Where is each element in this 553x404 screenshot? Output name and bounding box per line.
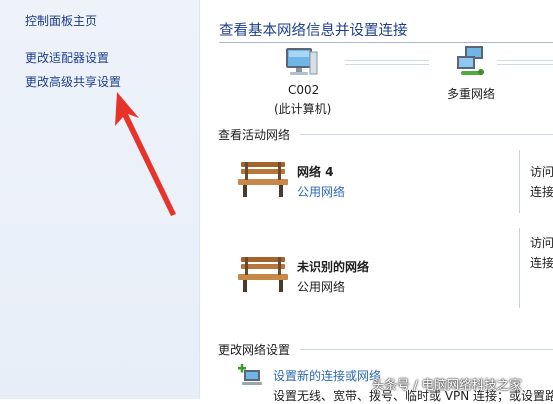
map-connector xyxy=(345,60,429,61)
access-type-label: 访问 xyxy=(530,236,553,250)
active-networks-header: 查看活动网络 xyxy=(218,128,291,142)
access-type-label: 访问 xyxy=(530,165,553,179)
park-bench-icon xyxy=(238,257,288,292)
map-connector xyxy=(345,64,429,65)
park-bench-icon xyxy=(238,162,288,197)
column-separator xyxy=(519,150,520,213)
map-connector xyxy=(497,64,553,65)
column-separator xyxy=(519,228,520,308)
setup-new-connection-link[interactable]: 设置新的连接或网络 xyxy=(273,367,381,384)
multiple-networks-icon xyxy=(457,46,484,75)
connections-label: 连接 xyxy=(530,185,553,199)
network-name: 网络 4 xyxy=(297,165,334,179)
new-connection-icon xyxy=(238,364,262,385)
network-name: 未识别的网络 xyxy=(297,260,370,274)
page-title: 查看基本网络信息并设置连接 xyxy=(219,23,408,39)
map-connector xyxy=(497,60,553,61)
multiple-networks-label[interactable]: 多重网络 xyxy=(447,85,495,102)
computer-name: C002 xyxy=(288,83,320,97)
section-divider xyxy=(300,134,553,135)
watermark: 头条号 / 电脑网络科技之家 xyxy=(372,377,522,392)
computer-subtitle: (此计算机) xyxy=(274,102,332,116)
title-divider xyxy=(219,42,553,43)
network-type-label: 公用网络 xyxy=(297,280,346,294)
red-annotation-arrow-icon xyxy=(115,92,176,216)
computer-icon xyxy=(286,48,318,75)
connections-label: 连接 xyxy=(530,256,553,270)
section-divider xyxy=(300,349,553,350)
change-settings-header: 更改网络设置 xyxy=(218,343,291,357)
main-content: 查看基本网络信息并设置连接 C002 (此计算机) 多重网络 查看活动网络 网络… xyxy=(200,0,553,403)
network-type-link[interactable]: 公用网络 xyxy=(297,183,345,200)
